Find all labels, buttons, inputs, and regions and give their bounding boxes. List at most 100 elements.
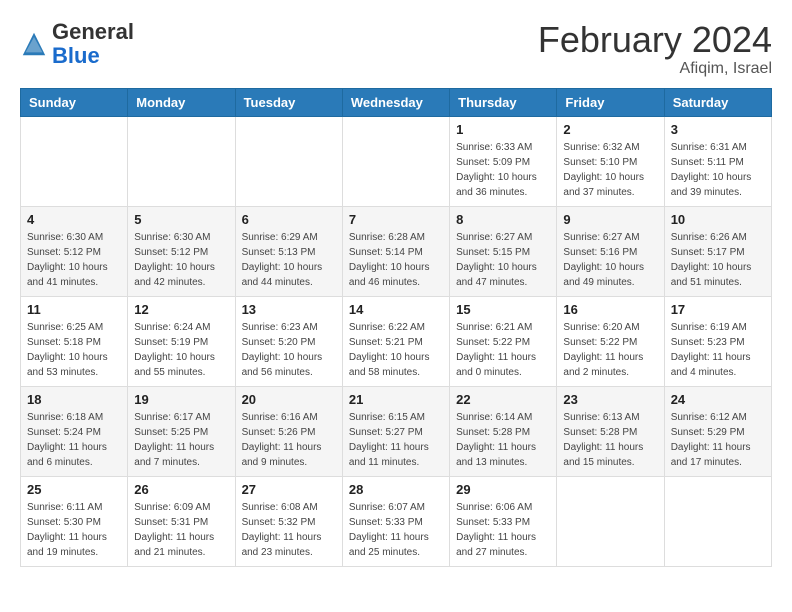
calendar-week-row: 25 Sunrise: 6:11 AM Sunset: 5:30 PM Dayli… (21, 476, 772, 566)
day-info: Sunrise: 6:30 AM Sunset: 5:12 PM Dayligh… (27, 230, 121, 290)
logo-blue: Blue (52, 43, 100, 68)
day-info: Sunrise: 6:28 AM Sunset: 5:14 PM Dayligh… (349, 230, 443, 290)
calendar-cell: 3 Sunrise: 6:31 AM Sunset: 5:11 PM Daylig… (664, 116, 771, 206)
logo: General Blue (20, 20, 134, 68)
day-info: Sunrise: 6:29 AM Sunset: 5:13 PM Dayligh… (242, 230, 336, 290)
day-number: 1 (456, 122, 550, 137)
calendar-week-row: 4 Sunrise: 6:30 AM Sunset: 5:12 PM Daylig… (21, 206, 772, 296)
day-number: 19 (134, 392, 228, 407)
calendar-cell: 20Sunrise: 6:16 AM Sunset: 5:26 PM Dayli… (235, 386, 342, 476)
calendar-cell: 13 Sunrise: 6:23 AM Sunset: 5:20 PM Dayli… (235, 296, 342, 386)
day-number: 18 (27, 392, 121, 407)
calendar-cell: 25 Sunrise: 6:11 AM Sunset: 5:30 PM Dayli… (21, 476, 128, 566)
weekday-header-friday: Friday (557, 88, 664, 116)
day-number: 2 (563, 122, 657, 137)
day-number: 10 (671, 212, 765, 227)
day-number: 7 (349, 212, 443, 227)
day-number: 20 (242, 392, 336, 407)
day-number: 4 (27, 212, 121, 227)
calendar-table: SundayMondayTuesdayWednesdayThursdayFrid… (20, 88, 772, 567)
day-info: Sunrise: 6:23 AM Sunset: 5:20 PM Dayligh… (242, 320, 336, 380)
day-info: Sunrise: 6:24 AM Sunset: 5:19 PM Dayligh… (134, 320, 228, 380)
day-number: 22 (456, 392, 550, 407)
calendar-cell (342, 116, 449, 206)
calendar-week-row: 18 Sunrise: 6:18 AM Sunset: 5:24 PM Dayli… (21, 386, 772, 476)
calendar-cell: 9 Sunrise: 6:27 AM Sunset: 5:16 PM Daylig… (557, 206, 664, 296)
day-number: 17 (671, 302, 765, 317)
logo-icon (20, 30, 48, 58)
calendar-cell: 6Sunrise: 6:29 AM Sunset: 5:13 PM Daylig… (235, 206, 342, 296)
day-number: 26 (134, 482, 228, 497)
day-info: Sunrise: 6:30 AM Sunset: 5:12 PM Dayligh… (134, 230, 228, 290)
day-info: Sunrise: 6:14 AM Sunset: 5:28 PM Dayligh… (456, 410, 550, 470)
day-number: 25 (27, 482, 121, 497)
calendar-cell: 14 Sunrise: 6:22 AM Sunset: 5:21 PM Dayli… (342, 296, 449, 386)
calendar-cell: 22 Sunrise: 6:14 AM Sunset: 5:28 PM Dayli… (450, 386, 557, 476)
day-number: 13 (242, 302, 336, 317)
day-number: 8 (456, 212, 550, 227)
weekday-header-sunday: Sunday (21, 88, 128, 116)
day-number: 9 (563, 212, 657, 227)
day-info: Sunrise: 6:19 AM Sunset: 5:23 PM Dayligh… (671, 320, 765, 380)
calendar-cell: 5 Sunrise: 6:30 AM Sunset: 5:12 PM Daylig… (128, 206, 235, 296)
calendar-cell: 21 Sunrise: 6:15 AM Sunset: 5:27 PM Dayli… (342, 386, 449, 476)
calendar-cell: 19 Sunrise: 6:17 AM Sunset: 5:25 PM Dayli… (128, 386, 235, 476)
logo-general: General (52, 19, 134, 44)
calendar-cell: 10Sunrise: 6:26 AM Sunset: 5:17 PM Dayli… (664, 206, 771, 296)
day-info: Sunrise: 6:21 AM Sunset: 5:22 PM Dayligh… (456, 320, 550, 380)
day-number: 23 (563, 392, 657, 407)
logo-text: General Blue (52, 20, 134, 68)
day-number: 14 (349, 302, 443, 317)
day-info: Sunrise: 6:13 AM Sunset: 5:28 PM Dayligh… (563, 410, 657, 470)
day-info: Sunrise: 6:15 AM Sunset: 5:27 PM Dayligh… (349, 410, 443, 470)
calendar-cell: 4 Sunrise: 6:30 AM Sunset: 5:12 PM Daylig… (21, 206, 128, 296)
day-number: 11 (27, 302, 121, 317)
day-info: Sunrise: 6:12 AM Sunset: 5:29 PM Dayligh… (671, 410, 765, 470)
day-number: 29 (456, 482, 550, 497)
calendar-cell: 29Sunrise: 6:06 AM Sunset: 5:33 PM Dayli… (450, 476, 557, 566)
day-info: Sunrise: 6:09 AM Sunset: 5:31 PM Dayligh… (134, 500, 228, 560)
calendar-cell (128, 116, 235, 206)
calendar-cell (21, 116, 128, 206)
calendar-cell: 7 Sunrise: 6:28 AM Sunset: 5:14 PM Daylig… (342, 206, 449, 296)
title-area: February 2024 Afiqim, Israel (538, 20, 772, 78)
day-number: 3 (671, 122, 765, 137)
day-number: 21 (349, 392, 443, 407)
calendar-cell: 18 Sunrise: 6:18 AM Sunset: 5:24 PM Dayli… (21, 386, 128, 476)
calendar-week-row: 1 Sunrise: 6:33 AM Sunset: 5:09 PM Daylig… (21, 116, 772, 206)
day-info: Sunrise: 6:25 AM Sunset: 5:18 PM Dayligh… (27, 320, 121, 380)
calendar-cell: 11 Sunrise: 6:25 AM Sunset: 5:18 PM Dayli… (21, 296, 128, 386)
day-info: Sunrise: 6:18 AM Sunset: 5:24 PM Dayligh… (27, 410, 121, 470)
day-number: 15 (456, 302, 550, 317)
weekday-header-monday: Monday (128, 88, 235, 116)
calendar-cell: 23 Sunrise: 6:13 AM Sunset: 5:28 PM Dayli… (557, 386, 664, 476)
weekday-header-wednesday: Wednesday (342, 88, 449, 116)
calendar-cell (557, 476, 664, 566)
day-info: Sunrise: 6:11 AM Sunset: 5:30 PM Dayligh… (27, 500, 121, 560)
calendar-cell: 26 Sunrise: 6:09 AM Sunset: 5:31 PM Dayli… (128, 476, 235, 566)
day-info: Sunrise: 6:32 AM Sunset: 5:10 PM Dayligh… (563, 140, 657, 200)
day-number: 12 (134, 302, 228, 317)
calendar-cell (235, 116, 342, 206)
location: Afiqim, Israel (538, 60, 772, 78)
calendar-cell: 24Sunrise: 6:12 AM Sunset: 5:29 PM Dayli… (664, 386, 771, 476)
calendar-cell: 2 Sunrise: 6:32 AM Sunset: 5:10 PM Daylig… (557, 116, 664, 206)
calendar-cell: 12 Sunrise: 6:24 AM Sunset: 5:19 PM Dayli… (128, 296, 235, 386)
day-info: Sunrise: 6:33 AM Sunset: 5:09 PM Dayligh… (456, 140, 550, 200)
calendar-cell: 16 Sunrise: 6:20 AM Sunset: 5:22 PM Dayli… (557, 296, 664, 386)
day-info: Sunrise: 6:27 AM Sunset: 5:15 PM Dayligh… (456, 230, 550, 290)
day-info: Sunrise: 6:22 AM Sunset: 5:21 PM Dayligh… (349, 320, 443, 380)
page-header: General Blue February 2024 Afiqim, Israe… (20, 20, 772, 78)
weekday-header-thursday: Thursday (450, 88, 557, 116)
weekday-header-saturday: Saturday (664, 88, 771, 116)
calendar-cell: 15 Sunrise: 6:21 AM Sunset: 5:22 PM Dayli… (450, 296, 557, 386)
day-info: Sunrise: 6:27 AM Sunset: 5:16 PM Dayligh… (563, 230, 657, 290)
month-title: February 2024 (538, 20, 772, 60)
calendar-cell (664, 476, 771, 566)
day-number: 5 (134, 212, 228, 227)
day-number: 28 (349, 482, 443, 497)
day-info: Sunrise: 6:17 AM Sunset: 5:25 PM Dayligh… (134, 410, 228, 470)
day-info: Sunrise: 6:20 AM Sunset: 5:22 PM Dayligh… (563, 320, 657, 380)
day-info: Sunrise: 6:31 AM Sunset: 5:11 PM Dayligh… (671, 140, 765, 200)
day-number: 16 (563, 302, 657, 317)
